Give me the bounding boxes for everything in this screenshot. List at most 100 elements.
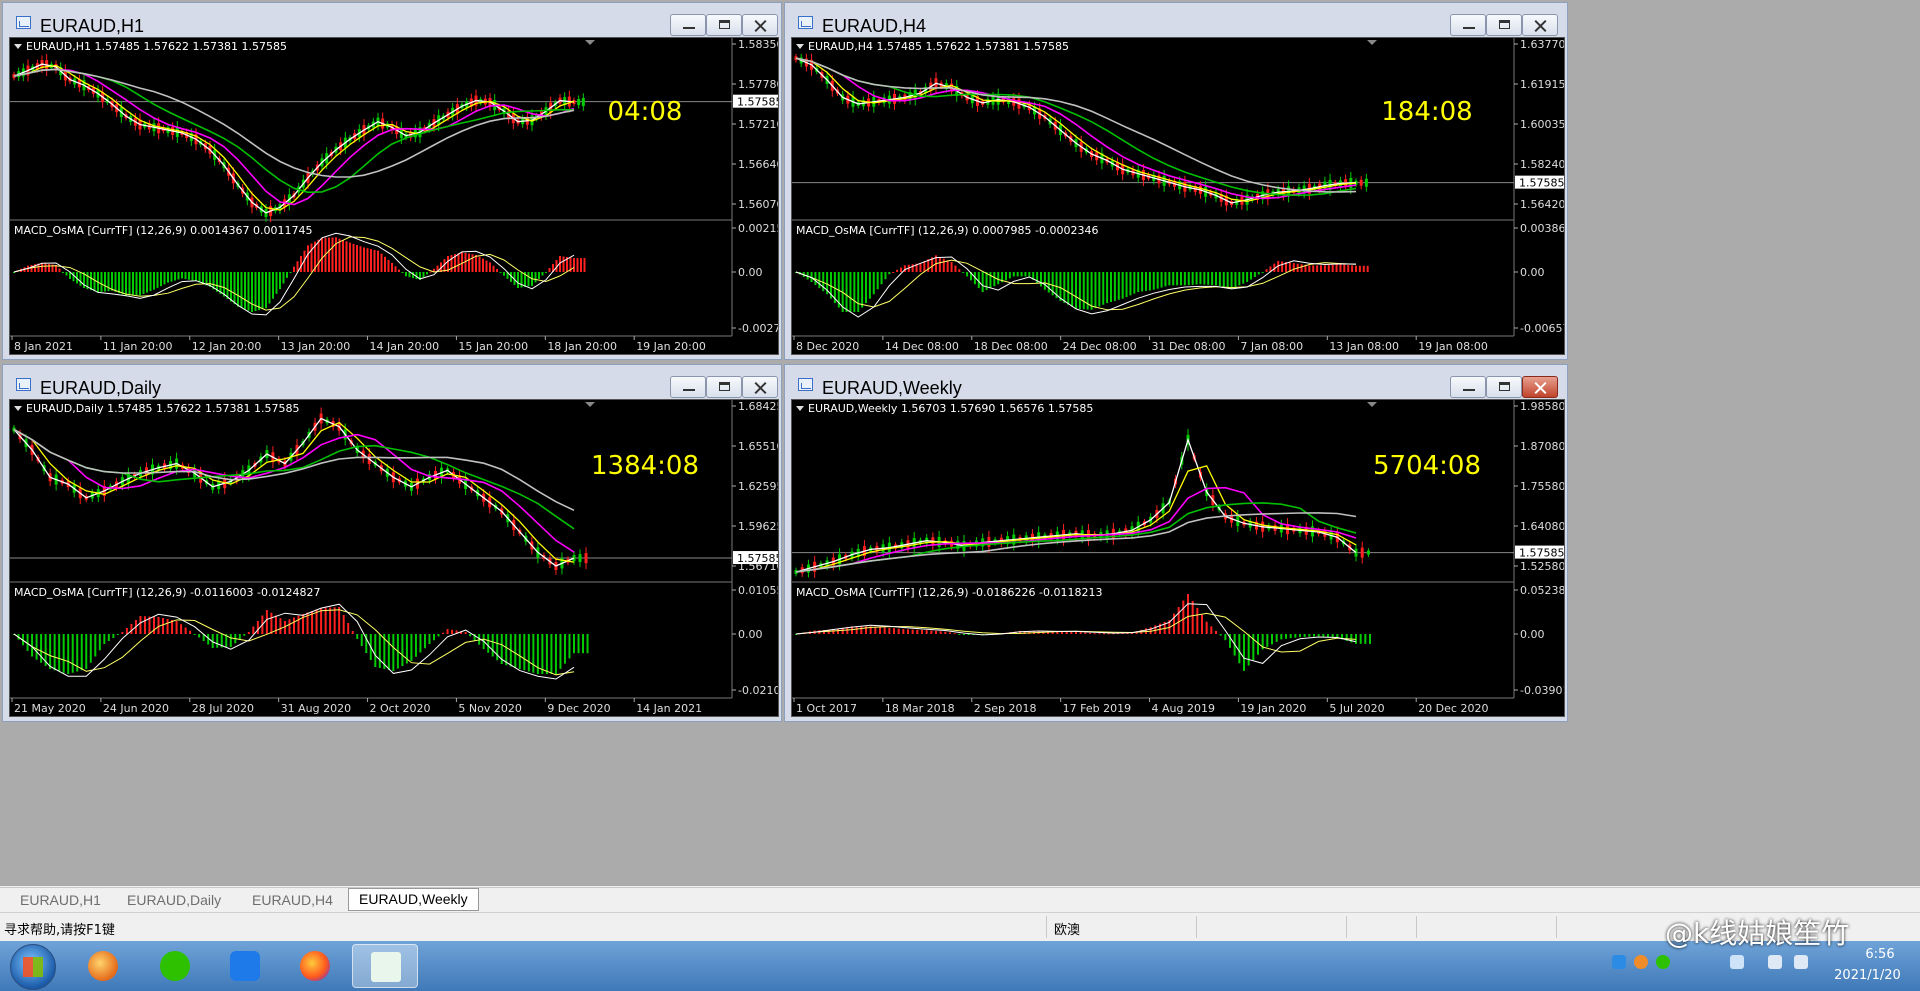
clock-date[interactable]: 2021/1/20 [1820, 968, 1915, 983]
macd-histogram-bar [1289, 634, 1292, 639]
chart-window-weekly[interactable]: EURAUD,Weekly EURAUD,Weekly 1.56703 1.57… [784, 364, 1568, 722]
macd-histogram-bar [450, 255, 453, 272]
maximize-button[interactable] [706, 376, 742, 398]
candle-body [1359, 179, 1363, 186]
macd-histogram-bar [962, 272, 965, 273]
macd-histogram-bar [942, 258, 945, 272]
macd-histogram-bar [363, 247, 365, 272]
tray-network-icon[interactable] [1612, 955, 1626, 969]
chart-canvas[interactable]: EURAUD,H1 1.57485 1.57622 1.57381 1.5758… [9, 37, 779, 355]
macd-histogram-bar [100, 272, 103, 292]
maximize-button[interactable] [1486, 376, 1522, 398]
time-axis-label: 7 Jan 08:00 [1240, 340, 1303, 353]
close-button[interactable] [1522, 14, 1558, 36]
maximize-button[interactable] [706, 14, 742, 36]
chart-canvas[interactable]: EURAUD,Weekly 1.56703 1.57690 1.56576 1.… [791, 399, 1565, 717]
close-button[interactable] [742, 14, 778, 36]
chart-canvas[interactable]: EURAUD,H4 1.57485 1.57622 1.57381 1.5758… [791, 37, 1565, 355]
macd-histogram-bar [328, 237, 330, 272]
tray-wechat-icon[interactable] [1656, 955, 1670, 969]
wechat-app-button[interactable] [146, 944, 204, 988]
candle-body [1364, 178, 1368, 187]
close-button[interactable] [1522, 376, 1558, 398]
tray-app-icon[interactable] [1634, 955, 1648, 969]
close-button[interactable] [742, 376, 778, 398]
macd-histogram-bar [111, 272, 113, 291]
chart-svg: EURAUD,Daily 1.57485 1.57622 1.57381 1.5… [10, 400, 779, 716]
macd-histogram-bar [414, 634, 417, 657]
minimize-button[interactable] [670, 14, 706, 36]
macd-histogram-bar [573, 634, 575, 654]
macd-histogram-bar [191, 272, 194, 281]
macd-histogram-bar [1359, 634, 1362, 644]
chart-window-h4[interactable]: EURAUD,H4 EURAUD,H4 1.57485 1.57622 1.57… [784, 2, 1568, 360]
macd-histogram-bar [1339, 264, 1342, 272]
macd-histogram-bar [121, 272, 124, 295]
macd-histogram-bar [548, 268, 551, 272]
start-button[interactable] [10, 944, 56, 990]
macd-histogram-bar [471, 254, 474, 272]
price-tick-label: 1.56420 [1520, 198, 1565, 211]
chart-window-daily[interactable]: EURAUD,Daily EURAUD,Daily 1.57485 1.5762… [2, 364, 782, 722]
firefox-browser-button[interactable] [286, 944, 344, 988]
tab-euraud-h1[interactable]: EURAUD,H1 [10, 890, 111, 910]
macd-histogram-bar [1110, 272, 1112, 302]
macd-histogram-bar [1275, 634, 1278, 642]
macd-histogram-bar [518, 634, 521, 669]
macd-histogram-bar [989, 272, 992, 289]
tab-euraud-h4[interactable]: EURAUD,H4 [242, 890, 343, 910]
macd-histogram-bar [487, 634, 490, 653]
macd-histogram-bar [475, 254, 477, 272]
macd-histogram-bar [1129, 272, 1132, 296]
chart-window-h1[interactable]: EURAUD,H1 EURAUD,H1 1.57485 1.57622 1.57… [2, 2, 782, 360]
time-axis-label: 5 Jul 2020 [1329, 702, 1384, 715]
macd-histogram-bar [1103, 633, 1105, 635]
macd-histogram-bar [163, 272, 166, 285]
price-tick-label: 1.57210 [738, 118, 779, 131]
macd-histogram-bar [1358, 265, 1361, 272]
macd-histogram-bar [563, 634, 566, 664]
macd-histogram-bar [1316, 265, 1319, 272]
macd-histogram-bar [499, 272, 502, 273]
feishu-app-button[interactable] [216, 944, 274, 988]
macd-histogram-bar [321, 237, 323, 272]
macd-histogram-bar [1164, 272, 1167, 287]
macd-histogram-bar [958, 634, 961, 635]
macd-histogram-bar [1075, 272, 1077, 309]
macd-histogram-bar [331, 237, 334, 272]
macd-histogram-bar [505, 634, 508, 666]
macd-histogram-bar [1355, 265, 1357, 272]
macd-histogram-bar [1156, 272, 1159, 289]
minimize-button[interactable] [670, 376, 706, 398]
tray-signal-icon[interactable] [1794, 955, 1808, 969]
bar-countdown: 04:08 [608, 97, 683, 127]
macd-tick-label: -0.0210437 [738, 684, 779, 697]
tab-euraud-daily[interactable]: EURAUD,Daily [117, 890, 231, 910]
clock-time[interactable]: 6:56 [1845, 947, 1915, 962]
macd-histogram-bar [175, 621, 178, 634]
window-title: EURAUD,Weekly [822, 378, 962, 398]
minimize-button[interactable] [1450, 14, 1486, 36]
macd-histogram-bar [1364, 634, 1367, 644]
chart-canvas[interactable]: EURAUD,Daily 1.57485 1.57622 1.57381 1.5… [9, 399, 779, 717]
macd-histogram-bar [265, 610, 268, 634]
maximize-button[interactable] [1486, 14, 1522, 36]
macd-histogram-bar [1308, 265, 1311, 272]
macd-histogram-bar [896, 269, 899, 272]
price-tick-label: 1.56640 [738, 158, 779, 171]
macd-histogram-bar [1113, 272, 1116, 301]
macd-label: MACD_OsMA [CurrTF] (12,26,9) 0.0007985 -… [796, 224, 1099, 237]
macd-histogram-bar [541, 634, 544, 674]
tab-euraud-weekly[interactable]: EURAUD,Weekly [348, 888, 479, 911]
firefox-icon [300, 951, 330, 981]
window-title: EURAUD,H1 [40, 16, 145, 36]
tray-shield-icon[interactable] [1730, 955, 1744, 969]
mt4-app-button[interactable] [352, 944, 418, 988]
minimize-button[interactable] [1450, 376, 1486, 398]
macd-histogram-bar [568, 634, 571, 659]
macd-histogram-bar [1141, 272, 1144, 292]
macd-histogram-bar [216, 272, 218, 292]
tray-volume-icon[interactable] [1768, 955, 1782, 969]
firefox-app-button[interactable] [74, 944, 132, 988]
macd-histogram-bar [849, 272, 852, 312]
